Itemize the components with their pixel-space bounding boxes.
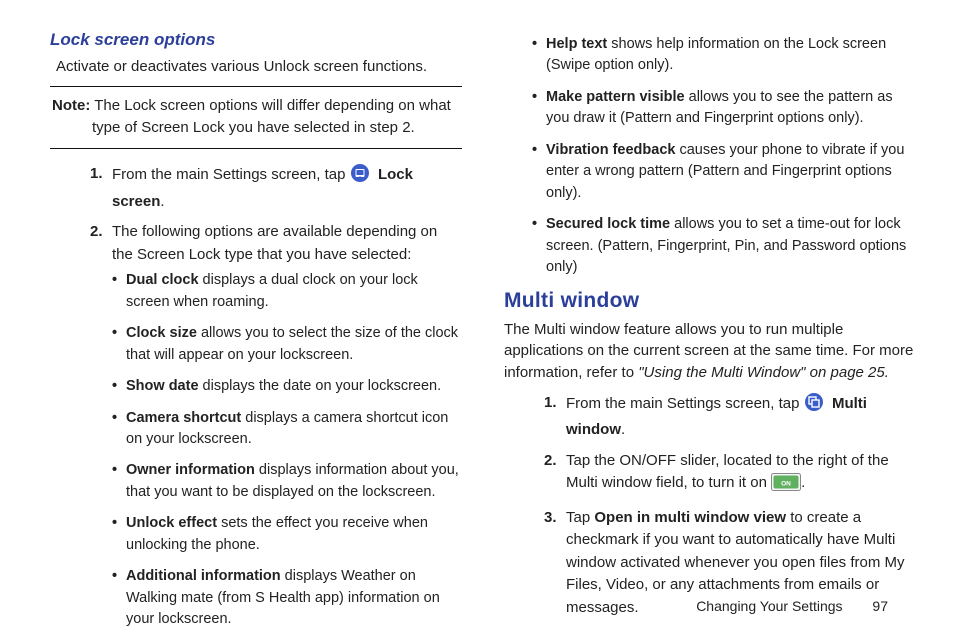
lock-step-1: From the main Settings screen, tap Lock …: [90, 163, 462, 213]
mw-step-3-a: Tap: [566, 509, 594, 526]
bullet-label: Make pattern visible: [546, 89, 685, 105]
list-item: Secured lock time allows you to set a ti…: [532, 214, 916, 278]
bullet-text: displays the date on your lockscreen.: [199, 378, 442, 394]
list-item: Owner information displays information a…: [112, 460, 462, 503]
lock-step-1-text: From the main Settings screen, tap: [112, 166, 350, 183]
svg-text:ON: ON: [781, 481, 791, 488]
note-text: The Lock screen options will differ depe…: [92, 97, 451, 136]
bullet-label: Secured lock time: [546, 216, 670, 232]
footer-page-number: 97: [872, 598, 888, 614]
page-footer: Changing Your Settings 97: [696, 598, 888, 614]
multi-window-icon: [804, 392, 824, 420]
lock-step-2: The following options are available depe…: [90, 221, 462, 630]
bullet-label: Show date: [126, 378, 199, 394]
list-item: Show date displays the date on your lock…: [112, 376, 462, 397]
lock-step-2-text: The following options are available depe…: [112, 223, 437, 263]
bullet-label: Vibration feedback: [546, 142, 675, 158]
right-column: Help text shows help information on the …: [504, 30, 916, 641]
multi-window-steps: From the main Settings screen, tap Multi…: [504, 392, 916, 620]
mw-step-2: Tap the ON/OFF slider, located to the ri…: [544, 450, 916, 499]
bullet-label: Clock size: [126, 325, 197, 341]
mw-step-2-text: Tap the ON/OFF slider, located to the ri…: [566, 452, 889, 492]
lock-step-1-end: .: [160, 193, 164, 210]
mw-step-1: From the main Settings screen, tap Multi…: [544, 392, 916, 442]
mw-intro-ref: "Using the Multi Window": [638, 364, 805, 381]
list-item: Camera shortcut displays a camera shortc…: [112, 408, 462, 451]
mw-step-1-text: From the main Settings screen, tap: [566, 395, 804, 412]
bullet-label: Additional information: [126, 568, 281, 584]
mw-step-2-end: .: [801, 474, 805, 491]
heading-lock-screen-options: Lock screen options: [50, 30, 462, 50]
list-item: Help text shows help information on the …: [532, 34, 916, 77]
lock-screen-icon: [350, 163, 370, 191]
columns: Lock screen options Activate or deactiva…: [50, 30, 916, 641]
list-item: Dual clock displays a dual clock on your…: [112, 270, 462, 313]
bullet-label: Help text: [546, 36, 607, 52]
manual-page: Lock screen options Activate or deactiva…: [0, 0, 954, 636]
mw-intro-b: on page 25.: [805, 364, 888, 381]
bullet-label: Unlock effect: [126, 515, 217, 531]
lock-sub-list: Dual clock displays a dual clock on your…: [112, 270, 462, 630]
mw-step-3-bold: Open in multi window view: [594, 509, 786, 526]
heading-multi-window: Multi window: [504, 289, 916, 313]
list-item: Unlock effect sets the effect you receiv…: [112, 513, 462, 556]
lock-steps: From the main Settings screen, tap Lock …: [50, 163, 462, 630]
bullet-label: Camera shortcut: [126, 410, 241, 426]
footer-chapter: Changing Your Settings: [696, 598, 842, 614]
bullet-label: Owner information: [126, 462, 255, 478]
list-item: Vibration feedback causes your phone to …: [532, 140, 916, 204]
mw-step-1-end: .: [621, 421, 625, 438]
note-box: Note: The Lock screen options will diffe…: [50, 86, 462, 150]
list-item: Make pattern visible allows you to see t…: [532, 87, 916, 130]
multi-window-intro: The Multi window feature allows you to r…: [504, 319, 916, 384]
on-toggle-icon: ON: [771, 473, 801, 499]
note-label: Note:: [52, 97, 90, 114]
list-item: Additional information displays Weather …: [112, 566, 462, 630]
bullet-label: Dual clock: [126, 272, 199, 288]
lock-intro: Activate or deactivates various Unlock s…: [56, 56, 462, 78]
lock-sub-list-cont: Help text shows help information on the …: [532, 34, 916, 279]
list-item: Clock size allows you to select the size…: [112, 323, 462, 366]
left-column: Lock screen options Activate or deactiva…: [50, 30, 462, 641]
